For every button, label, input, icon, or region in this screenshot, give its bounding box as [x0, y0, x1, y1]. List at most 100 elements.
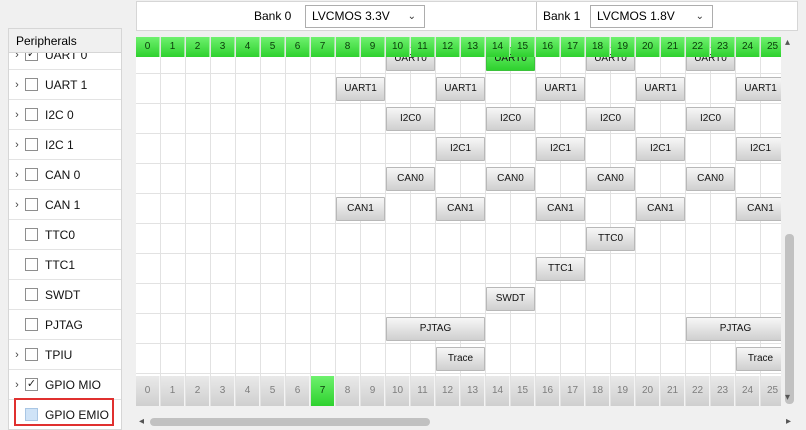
signal-trace-block[interactable]: Trace — [436, 347, 485, 371]
horizontal-scroll-thumb[interactable] — [150, 418, 430, 426]
bank1-voltage-select[interactable]: LVCMOS 1.8V ⌄ — [590, 5, 713, 28]
peripheral-row-swdt[interactable]: ›SWDT — [9, 280, 121, 310]
signal-trace-block[interactable]: Trace — [736, 347, 781, 371]
signal-i2c0-block[interactable]: I2C0 — [686, 107, 735, 131]
signal-can1-block[interactable]: CAN1 — [336, 197, 385, 221]
signal-can1-block[interactable]: CAN1 — [536, 197, 585, 221]
signal-i2c1-block[interactable]: I2C1 — [636, 137, 685, 161]
peripheral-row-i2c-1[interactable]: › I2C 1 — [9, 130, 121, 160]
pin-header-cell[interactable]: 19 — [611, 37, 635, 57]
pin-footer-cell[interactable]: 11 — [411, 376, 435, 406]
peripheral-checkbox-pjtag[interactable] — [25, 318, 38, 331]
pin-footer-cell[interactable]: 16 — [536, 376, 560, 406]
pin-footer-cell[interactable]: 18 — [586, 376, 610, 406]
vertical-scrollbar[interactable]: ▴ ▾ — [781, 37, 798, 406]
pin-header-cell[interactable]: 20 — [636, 37, 660, 57]
peripheral-row-gpio-mio[interactable]: › ✓ GPIO MIO — [9, 370, 121, 400]
horizontal-scrollbar[interactable]: ◂ ▸ — [136, 414, 798, 430]
pin-footer-cell[interactable]: 0 — [136, 376, 160, 406]
arrow-right-icon[interactable]: ▸ — [786, 414, 791, 430]
peripheral-checkbox-gpio-mio[interactable]: ✓ — [25, 378, 38, 391]
pin-header-cell[interactable]: 0 — [136, 37, 160, 57]
peripheral-checkbox-swdt[interactable] — [25, 288, 38, 301]
pin-footer-cell[interactable]: 7 — [311, 376, 335, 406]
chevron-right-icon[interactable]: › — [9, 379, 25, 391]
pin-header-cell[interactable]: 9 — [361, 37, 385, 57]
signal-can0-block[interactable]: CAN0 — [586, 167, 635, 191]
peripheral-checkbox-ttc0[interactable] — [25, 228, 38, 241]
peripheral-row-uart-0[interactable]: › ✓ UART 0 — [9, 53, 121, 70]
pin-header-cell[interactable]: 1 — [161, 37, 185, 57]
pin-header-cell[interactable]: 13 — [461, 37, 485, 57]
pin-footer-cell[interactable]: 20 — [636, 376, 660, 406]
pin-header-cell[interactable]: 8 — [336, 37, 360, 57]
arrow-left-icon[interactable]: ◂ — [139, 414, 144, 430]
pin-header-cell[interactable]: 3 — [211, 37, 235, 57]
peripheral-checkbox-uart-1[interactable] — [25, 78, 38, 91]
pin-header-cell[interactable]: 12 — [436, 37, 460, 57]
pin-header-cell[interactable]: 6 — [286, 37, 310, 57]
pin-footer-cell[interactable]: 15 — [511, 376, 535, 406]
peripheral-row-i2c-0[interactable]: › I2C 0 — [9, 100, 121, 130]
pin-header-cell[interactable]: 5 — [261, 37, 285, 57]
chevron-right-icon[interactable]: › — [9, 349, 25, 361]
signal-can1-block[interactable]: CAN1 — [636, 197, 685, 221]
signal-uart1-block[interactable]: UART1 — [536, 77, 585, 101]
peripheral-checkbox-can-1[interactable] — [25, 198, 38, 211]
signal-i2c0-block[interactable]: I2C0 — [486, 107, 535, 131]
bank0-voltage-select[interactable]: LVCMOS 3.3V ⌄ — [305, 5, 425, 28]
signal-can1-block[interactable]: CAN1 — [436, 197, 485, 221]
pin-header-cell[interactable]: 4 — [236, 37, 260, 57]
pin-footer-cell[interactable]: 14 — [486, 376, 510, 406]
signal-i2c1-block[interactable]: I2C1 — [736, 137, 781, 161]
peripheral-checkbox-i2c-1[interactable] — [25, 138, 38, 151]
signal-i2c1-block[interactable]: I2C1 — [436, 137, 485, 161]
signal-i2c0-block[interactable]: I2C0 — [586, 107, 635, 131]
pin-footer-cell[interactable]: 9 — [361, 376, 385, 406]
signal-can0-block[interactable]: CAN0 — [686, 167, 735, 191]
peripheral-row-tpiu[interactable]: › TPIU — [9, 340, 121, 370]
vertical-scroll-thumb[interactable] — [785, 234, 794, 404]
signal-uart1-block[interactable]: UART1 — [736, 77, 781, 101]
pin-footer-cell[interactable]: 6 — [286, 376, 310, 406]
signal-can0-block[interactable]: CAN0 — [486, 167, 535, 191]
pin-footer-cell[interactable]: 1 — [161, 376, 185, 406]
pin-footer-cell[interactable]: 13 — [461, 376, 485, 406]
chevron-right-icon[interactable]: › — [9, 139, 25, 151]
pin-footer-cell[interactable]: 19 — [611, 376, 635, 406]
pin-footer-cell[interactable]: 21 — [661, 376, 685, 406]
pin-footer-cell[interactable]: 12 — [436, 376, 460, 406]
pin-footer-cell[interactable]: 23 — [711, 376, 735, 406]
chevron-right-icon[interactable]: › — [9, 53, 25, 61]
peripheral-checkbox-can-0[interactable] — [25, 168, 38, 181]
signal-pjtag-block[interactable]: PJTAG — [386, 317, 485, 341]
pin-footer-cell[interactable]: 10 — [386, 376, 410, 406]
pin-header-cell[interactable]: 16 — [536, 37, 560, 57]
chevron-right-icon[interactable]: › — [9, 199, 25, 211]
pin-header-cell[interactable]: 17 — [561, 37, 585, 57]
signal-can0-block[interactable]: CAN0 — [386, 167, 435, 191]
peripheral-row-can-0[interactable]: › CAN 0 — [9, 160, 121, 190]
peripheral-checkbox-i2c-0[interactable] — [25, 108, 38, 121]
pin-footer-cell[interactable]: 22 — [686, 376, 710, 406]
pin-header-cell[interactable]: 18 — [586, 37, 610, 57]
peripheral-row-uart-1[interactable]: › UART 1 — [9, 70, 121, 100]
pin-header-cell[interactable]: 11 — [411, 37, 435, 57]
pin-header-cell[interactable]: 25 — [761, 37, 781, 57]
signal-uart1-block[interactable]: UART1 — [436, 77, 485, 101]
signal-swdt-block[interactable]: SWDT — [486, 287, 535, 311]
signal-uart1-block[interactable]: UART1 — [636, 77, 685, 101]
pin-footer-cell[interactable]: 3 — [211, 376, 235, 406]
pin-footer-cell[interactable]: 8 — [336, 376, 360, 406]
pin-header-cell[interactable]: 22 — [686, 37, 710, 57]
chevron-right-icon[interactable]: › — [9, 109, 25, 121]
pin-footer-cell[interactable]: 4 — [236, 376, 260, 406]
signal-ttc1-block[interactable]: TTC1 — [536, 257, 585, 281]
signal-i2c0-block[interactable]: I2C0 — [386, 107, 435, 131]
pin-header-cell[interactable]: 14 — [486, 37, 510, 57]
chevron-right-icon[interactable]: › — [9, 169, 25, 181]
signal-pjtag-block[interactable]: PJTAG — [686, 317, 781, 341]
signal-ttc0-block[interactable]: TTC0 — [586, 227, 635, 251]
peripheral-row-can-1[interactable]: › CAN 1 — [9, 190, 121, 220]
signal-uart1-block[interactable]: UART1 — [336, 77, 385, 101]
